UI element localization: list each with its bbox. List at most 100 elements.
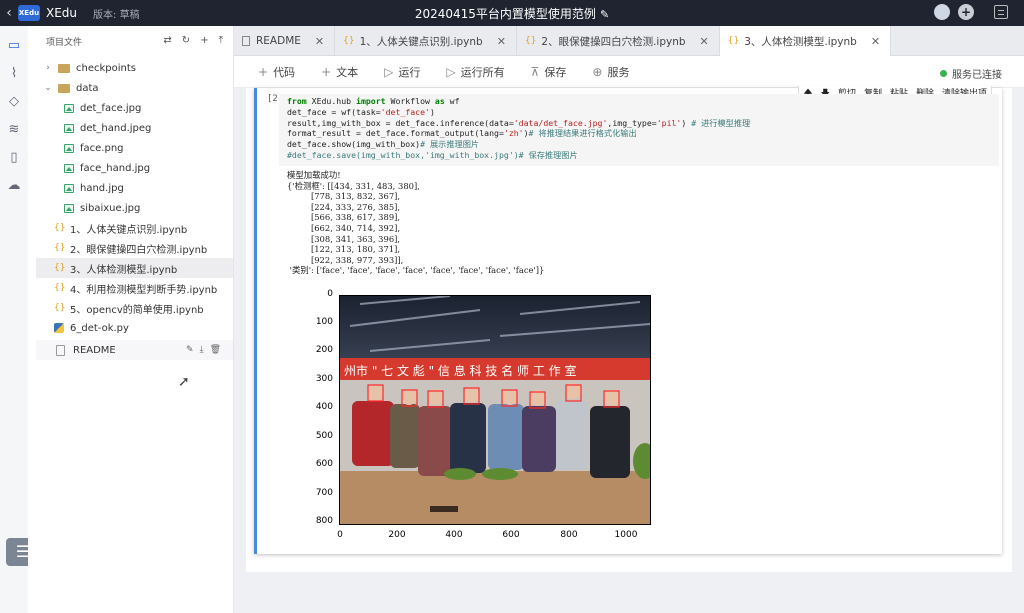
tree-item-sibaixue[interactable]: sibaixue.jpg — [36, 198, 233, 218]
chevron-down-icon[interactable]: ⌄ — [42, 83, 54, 93]
image-file-icon — [64, 203, 74, 213]
tree-item-notebook-2[interactable]: {} 2、眼保健操四白穴检测.ipynb — [36, 238, 233, 258]
y-tick: 100 — [315, 317, 333, 327]
rename-icon[interactable]: ✎ — [186, 345, 194, 355]
document-title[interactable]: 20240415平台内置模型使用范例 — [415, 7, 596, 21]
tree-item-notebook-3[interactable]: {} 3、人体检测模型.ipynb — [36, 258, 233, 278]
tree-item-label: 4、利用检测模型判断手势.ipynb — [70, 284, 218, 296]
tree-item-det-face[interactable]: det_face.jpg — [36, 98, 233, 118]
notebook-icon: {} — [54, 263, 66, 273]
tree-item-label: checkpoints — [76, 62, 136, 74]
y-tick: 400 — [315, 402, 333, 412]
tree-item-python-file[interactable]: 6_det-ok.py — [36, 318, 233, 338]
tree-item-label: data — [76, 82, 99, 94]
tree-item-label: hand.jpg — [80, 182, 124, 194]
close-icon[interactable]: ✕ — [700, 35, 709, 48]
chevron-right-icon[interactable]: › — [42, 63, 54, 73]
notes-icon[interactable] — [994, 5, 1008, 19]
run-button[interactable]: ▷ 运行 — [384, 64, 420, 80]
file-explorer: 项目文件 ⇄ ↻ + ⤒ › checkpoints ⌄ data det_fa… — [28, 26, 234, 613]
add-code-button[interactable]: + 代码 — [258, 64, 295, 80]
tree-item-face[interactable]: face.png — [36, 138, 233, 158]
cube-icon[interactable]: ◇ — [6, 94, 22, 110]
output-line: [922, 338, 977, 393]], — [287, 254, 404, 265]
close-icon[interactable]: ✕ — [871, 35, 880, 48]
cloud-icon[interactable]: ☁ — [6, 178, 22, 194]
x-tick: 0 — [337, 530, 343, 540]
delete-icon[interactable]: 🗑 — [210, 345, 221, 355]
variable-icon[interactable]: ▯ — [6, 150, 22, 166]
upload-icon[interactable]: ⤒ — [219, 35, 223, 46]
tab-notebook-3[interactable]: {} 3、人体检测模型.ipynb ✕ — [719, 26, 892, 56]
tab-label: 3、人体检测模型.ipynb — [744, 35, 857, 48]
save-icon: ⊼ — [530, 64, 540, 79]
notebook-icon: {} — [343, 36, 355, 46]
button-label: 运行所有 — [460, 65, 505, 79]
tree-item-label: face.png — [80, 142, 124, 154]
tree-item-notebook-4[interactable]: {} 4、利用检测模型判断手势.ipynb — [36, 278, 233, 298]
button-label: 代码 — [273, 65, 296, 79]
tree-item-label: 1、人体关键点识别.ipynb — [70, 224, 188, 236]
x-tick: 600 — [502, 530, 520, 540]
tree-item-label: face_hand.jpg — [80, 162, 151, 174]
close-icon[interactable]: ✕ — [497, 35, 506, 48]
flow-icon[interactable]: ⌇ — [6, 66, 22, 82]
download-icon[interactable]: ⤓ — [200, 345, 204, 355]
plus-icon: + — [258, 64, 269, 79]
tree-item-label: det_face.jpg — [80, 102, 142, 114]
detection-photo: 州市 " 七 文 彪 " 信 息 科 技 名 师 工 作 室 — [339, 295, 651, 525]
y-tick: 0 — [327, 289, 333, 299]
edit-pencil-icon[interactable]: ✎ — [600, 8, 609, 21]
x-tick: 200 — [388, 530, 406, 540]
notebook-area: 🡅 🡇 剪切 复制 粘贴 删除 清除输出项 [2] from XEdu.hub … — [234, 86, 1024, 613]
tree-item-hand[interactable]: hand.jpg — [36, 178, 233, 198]
y-tick: 800 — [315, 516, 333, 526]
tree-item-readme[interactable]: README ✎ ⤓ 🗑 — [36, 340, 233, 360]
tab-readme[interactable]: README ✕ — [234, 26, 336, 56]
image-file-icon — [64, 143, 74, 153]
new-file-icon[interactable]: + — [200, 35, 208, 46]
y-tick: 300 — [315, 374, 333, 384]
folder-icon[interactable]: ▭ — [6, 38, 22, 54]
tree-item-notebook-1[interactable]: {} 1、人体关键点识别.ipynb — [36, 218, 233, 238]
tree-item-label: sibaixue.jpg — [80, 202, 141, 214]
code-editor[interactable]: from XEdu.hub import Workflow as wf det_… — [279, 94, 999, 166]
tree-item-checkpoints[interactable]: › checkpoints — [36, 58, 233, 78]
tab-notebook-1[interactable]: {} 1、人体关键点识别.ipynb ✕ — [335, 26, 517, 56]
connection-status: 服务已连接 — [940, 66, 1002, 81]
tree-item-label: 2、眼保健操四白穴检测.ipynb — [70, 244, 208, 256]
y-tick: 500 — [315, 431, 333, 441]
tab-label: README — [256, 35, 301, 47]
save-button[interactable]: ⊼ 保存 — [531, 64, 567, 80]
tree-item-label: 6_det-ok.py — [70, 322, 129, 334]
notebook-icon: {} — [54, 223, 66, 233]
close-icon[interactable]: ✕ — [315, 35, 324, 48]
output-line: {'检测框': [[434, 331, 483, 380], — [287, 180, 420, 191]
add-text-button[interactable]: + 文本 — [321, 64, 358, 80]
run-all-button[interactable]: ▷ 运行所有 — [446, 64, 504, 80]
output-line: [662, 340, 714, 392], — [287, 222, 401, 233]
document-icon — [242, 36, 250, 46]
add-icon[interactable]: + — [958, 4, 974, 20]
image-file-icon — [64, 103, 74, 113]
tree-item-det-hand[interactable]: det_hand.jpeg — [36, 118, 233, 138]
tab-label: 2、眼保健操四白穴检测.ipynb — [541, 35, 686, 48]
back-icon[interactable]: ‹ — [0, 5, 18, 21]
notebook-icon: {} — [54, 243, 66, 253]
output-line: [122, 313, 180, 371], — [287, 244, 401, 255]
tree-item-notebook-5[interactable]: {} 5、opencv的简单使用.ipynb — [36, 298, 233, 318]
notebook-icon: {} — [524, 36, 537, 46]
tree-item-face-hand[interactable]: face_hand.jpg — [36, 158, 233, 178]
mouse-cursor-icon: ➚ — [178, 374, 190, 390]
avatar[interactable] — [934, 4, 950, 20]
output-line: '类别': ['face', 'face', 'face', 'face', '… — [287, 265, 545, 276]
tab-notebook-2[interactable]: {} 2、眼保健操四白穴检测.ipynb ✕ — [517, 26, 720, 56]
swap-icon[interactable]: ⇄ — [163, 35, 171, 46]
tree-item-data[interactable]: ⌄ data — [36, 78, 233, 98]
y-tick: 200 — [315, 345, 333, 355]
service-button[interactable]: ⊕ 服务 — [592, 64, 629, 80]
layers-icon[interactable]: ≋ — [6, 122, 22, 138]
image-file-icon — [64, 123, 74, 133]
code-cell[interactable]: 🡅 🡇 剪切 复制 粘贴 删除 清除输出项 [2] from XEdu.hub … — [254, 86, 1002, 554]
refresh-icon[interactable]: ↻ — [182, 35, 190, 46]
